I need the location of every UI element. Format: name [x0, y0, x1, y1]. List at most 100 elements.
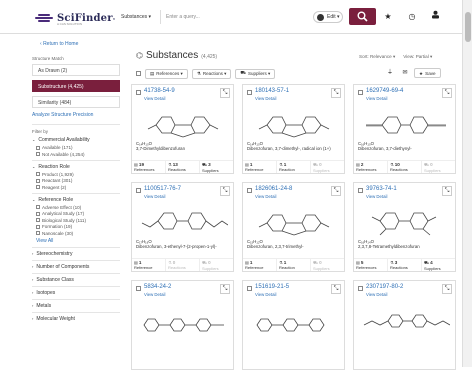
reactions-stat[interactable]: ⚗ 13 Reactions: [166, 161, 200, 173]
expand-icon[interactable]: ⤡: [331, 88, 341, 98]
view-detail-link[interactable]: View Detail: [255, 194, 276, 199]
expand-icon[interactable]: ⤡: [220, 88, 230, 98]
match-substructure[interactable]: Substructure (4,425): [32, 80, 120, 92]
suppliers-button[interactable]: ⛟ Suppliers ▾: [235, 68, 276, 79]
cas-number-link[interactable]: 2307197-80-2: [366, 284, 403, 290]
substance-card[interactable]: 151619-21-5 View Detail ⤡: [242, 280, 345, 370]
filter-option[interactable]: Formation (19): [36, 224, 120, 229]
filter-substance-class[interactable]: › Substance Class: [32, 277, 120, 283]
cas-number-link[interactable]: 5834-24-2: [144, 284, 171, 290]
view-detail-link[interactable]: View Detail: [366, 194, 387, 199]
checkbox[interactable]: [36, 231, 40, 235]
filter-section-toggle[interactable]: ⌄ Reaction Role: [32, 164, 120, 170]
substance-card[interactable]: 1100517-76-7 View Detail ⤡ C₁₇H₁₆O Dibenzofu…: [131, 182, 234, 272]
cas-number-link[interactable]: 41738-54-9: [144, 88, 175, 94]
expand-icon[interactable]: ⤡: [220, 186, 230, 196]
filter-option[interactable]: Reactant (301): [36, 178, 120, 183]
cas-number-link[interactable]: 39763-74-1: [366, 186, 397, 192]
suppliers-stat[interactable]: ⛟ 4 Suppliers: [422, 259, 455, 271]
filter-stereochemistry[interactable]: › Stereochemistry: [32, 251, 120, 257]
reactions-stat[interactable]: ⚗ 3 Reactions: [388, 259, 422, 271]
filter-molecular-weight[interactable]: › Molecular Weight: [32, 316, 120, 322]
view-detail-link[interactable]: View Detail: [144, 292, 165, 297]
filter-option[interactable]: Biological Study (111): [36, 218, 120, 223]
references-stat[interactable]: ▤ 5 References: [354, 259, 388, 271]
reactions-stat[interactable]: ⚗ 1 Reaction: [277, 259, 311, 271]
search-input[interactable]: Enter a query...: [166, 10, 306, 24]
sort-dropdown[interactable]: Sort: Relevance ▾: [359, 54, 395, 60]
checkbox[interactable]: [36, 205, 40, 209]
analyze-precision-link[interactable]: Analyze Structure Precision: [32, 112, 120, 118]
view-detail-link[interactable]: View Detail: [144, 96, 165, 101]
filter-option[interactable]: Available (171): [36, 145, 120, 150]
references-stat[interactable]: ▤ 2 References: [354, 161, 388, 173]
favorites-star-icon[interactable]: ★: [381, 10, 395, 24]
filter-funnel-icon[interactable]: ⏚: [384, 68, 396, 78]
filter-isotopes[interactable]: › Isotopes: [32, 290, 120, 296]
chemical-structure[interactable]: [249, 103, 339, 139]
view-dropdown[interactable]: View: Partial ▾: [403, 54, 432, 60]
chemical-structure[interactable]: [360, 103, 450, 139]
expand-icon[interactable]: ⤡: [331, 186, 341, 196]
filter-option[interactable]: Adverse Effect (10): [36, 205, 120, 210]
chemical-structure[interactable]: [360, 299, 450, 335]
checkbox[interactable]: [36, 178, 40, 183]
view-all-link[interactable]: View All: [36, 238, 120, 244]
filter-option[interactable]: Reagent (2): [36, 185, 120, 190]
chemical-structure[interactable]: [249, 299, 339, 335]
substance-card[interactable]: 1826061-24-8 View Detail ⤡ C₁₅H₁₂O Dibenzofu…: [242, 182, 345, 272]
reactions-stat[interactable]: ⚗ 1 Reaction: [277, 161, 311, 173]
suppliers-stat[interactable]: ⛟ 3 Suppliers: [200, 161, 233, 173]
filter-section-toggle[interactable]: ⌄ Reference Role: [32, 197, 120, 203]
chemical-structure[interactable]: [138, 201, 228, 237]
card-checkbox[interactable]: [247, 188, 252, 193]
reactions-stat[interactable]: ⚗ 10 Reactions: [388, 161, 422, 173]
view-detail-link[interactable]: View Detail: [255, 292, 276, 297]
checkbox[interactable]: [36, 218, 40, 222]
expand-icon[interactable]: ⤡: [220, 284, 230, 294]
scrollbar-thumb[interactable]: [465, 12, 471, 42]
reactions-stat[interactable]: ⚗ 0 Reactions: [166, 259, 200, 271]
references-button[interactable]: ▤ References ▾: [145, 68, 188, 79]
edit-structure-button[interactable]: Edit ▾: [313, 11, 343, 23]
match-similarity[interactable]: Similarity (484): [32, 96, 120, 108]
checkbox[interactable]: [36, 211, 40, 216]
checkbox[interactable]: [36, 152, 40, 156]
checkbox[interactable]: [36, 185, 40, 189]
expand-icon[interactable]: ⤡: [442, 284, 452, 294]
history-clock-icon[interactable]: ◷: [405, 10, 419, 24]
search-button[interactable]: [349, 8, 376, 25]
filter-option[interactable]: Not Available (4,254): [36, 152, 120, 157]
view-detail-link[interactable]: View Detail: [366, 96, 387, 101]
card-checkbox[interactable]: [358, 286, 363, 291]
references-stat[interactable]: ▤ 1 Reference: [243, 259, 277, 271]
card-checkbox[interactable]: [136, 188, 141, 193]
card-checkbox[interactable]: [136, 286, 141, 291]
expand-icon[interactable]: ⤡: [442, 88, 452, 98]
cas-number-link[interactable]: 1100517-76-7: [144, 186, 181, 192]
card-checkbox[interactable]: [358, 188, 363, 193]
filter-number-of-components[interactable]: › Number of Components: [32, 264, 120, 270]
checkbox[interactable]: [36, 145, 40, 150]
return-to-home-link[interactable]: ‹ Return to Home: [40, 41, 78, 47]
select-all-checkbox[interactable]: [136, 71, 141, 76]
substance-card[interactable]: 180143-57-1 View Detail ⤡ C₁₄H₁₀O Dibenzofur…: [242, 84, 345, 174]
save-button[interactable]: ★ Save: [414, 68, 441, 78]
substance-card[interactable]: 41738-54-9 View Detail ⤡ C₁₄H₁₀O 3,7-Dimethy…: [131, 84, 234, 174]
cas-number-link[interactable]: 151619-21-5: [255, 284, 289, 290]
substance-card[interactable]: 39763-74-1 View Detail ⤡ C₁₆H₁₄O 2,3,7,8-Tet…: [353, 182, 456, 272]
suppliers-stat[interactable]: ⛟ 0 Suppliers: [422, 161, 455, 173]
chemical-structure[interactable]: [360, 201, 450, 237]
card-checkbox[interactable]: [358, 90, 363, 95]
suppliers-stat[interactable]: ⛟ 0 Suppliers: [311, 259, 344, 271]
checkbox[interactable]: [36, 172, 40, 176]
expand-icon[interactable]: ⤡: [331, 284, 341, 294]
suppliers-stat[interactable]: ⛟ 0 Suppliers: [200, 259, 233, 271]
email-envelope-icon[interactable]: ✉: [399, 68, 411, 78]
suppliers-stat[interactable]: ⛟ 0 Suppliers: [311, 161, 344, 173]
view-detail-link[interactable]: View Detail: [144, 194, 165, 199]
view-detail-link[interactable]: View Detail: [255, 96, 276, 101]
references-stat[interactable]: ▤ 1 Reference: [132, 259, 166, 271]
page-scrollbar[interactable]: [462, 0, 472, 367]
chemical-structure[interactable]: [138, 299, 228, 335]
